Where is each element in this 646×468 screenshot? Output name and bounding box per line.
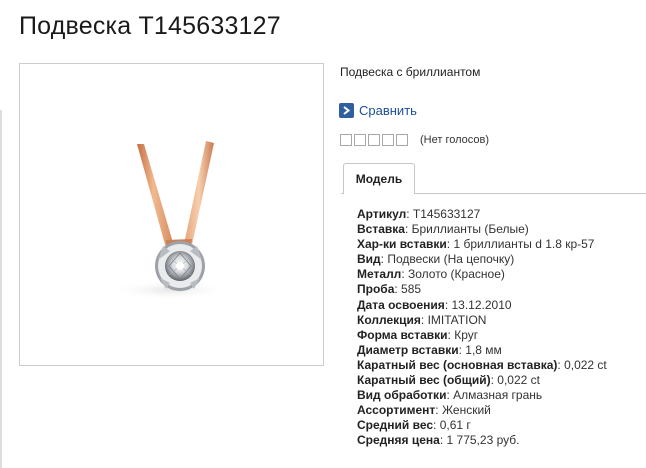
- spec-row: Хар-ки вставки: 1 бриллианты d 1.8 кр-57: [357, 237, 595, 252]
- spec-row: Диаметр вставки: 1,8 мм: [357, 342, 502, 357]
- product-subtitle: Подвеска с бриллиантом: [340, 65, 481, 79]
- spec-row: Дата освоения: 13.12.2010: [357, 297, 512, 312]
- spec-row: Проба: 585: [357, 282, 422, 297]
- spec-value: 1 775,23 руб.: [446, 433, 520, 448]
- compare-label[interactable]: Сравнить: [359, 103, 417, 118]
- spec-row: Средняя цена: 1 775,23 руб.: [357, 433, 520, 448]
- spec-row: Каратный вес (основная вставка): 0,022 c…: [357, 357, 607, 372]
- compare-link[interactable]: Сравнить: [339, 102, 417, 119]
- spec-row: Металл: Золото (Красное): [357, 267, 505, 282]
- rating-star-3[interactable]: [368, 134, 380, 146]
- rating-votes-text: (Нет голосов): [420, 134, 490, 146]
- spec-value: 0,022 ct: [497, 373, 540, 388]
- spec-value: Подвески (На цепочку): [387, 252, 515, 267]
- page-left-border: [0, 110, 2, 468]
- rating-star-4[interactable]: [382, 134, 394, 146]
- spec-row: Каратный вес (общий): 0,022 ct: [357, 373, 540, 388]
- spec-list: Артикул: Т145633127 Вставка: Бриллианты …: [357, 207, 607, 449]
- spec-row: Вид обработки: Алмазная грань: [357, 388, 543, 403]
- spec-key: Диаметр вставки: [357, 342, 459, 357]
- spec-key: Вид обработки: [357, 388, 447, 403]
- spec-row: Коллекция: IMITATION: [357, 312, 487, 327]
- spec-key: Артикул: [357, 207, 407, 221]
- spec-key: Хар-ки вставки: [357, 237, 447, 252]
- page-title: Подвеска Т145633127: [19, 12, 281, 40]
- spec-key: Средняя цена: [357, 433, 440, 448]
- rating-star-1[interactable]: [340, 134, 352, 146]
- rating-star-5[interactable]: [396, 134, 408, 146]
- spec-row: Средний вес: 0,61 г: [357, 418, 471, 433]
- spec-value: Женский: [441, 403, 491, 418]
- spec-key: Каратный вес (общий): [357, 373, 491, 388]
- spec-value: 1,8 мм: [465, 342, 502, 357]
- spec-row: Форма вставки: Круг: [357, 327, 479, 342]
- spec-value: IMITATION: [427, 312, 487, 327]
- spec-key: Форма вставки: [357, 327, 448, 342]
- spec-key: Коллекция: [357, 312, 421, 327]
- spec-key: Ассортимент: [357, 403, 436, 418]
- spec-value: Бриллианты (Белые): [411, 222, 529, 237]
- spec-row: Ассортимент: Женский: [357, 403, 491, 418]
- spec-value: 1 бриллианты d 1.8 кр-57: [453, 237, 595, 252]
- spec-key: Средний вес: [357, 418, 434, 433]
- spec-key: Металл: [357, 267, 402, 282]
- tab-model[interactable]: Модель: [343, 163, 415, 194]
- spec-value: 0,61 г: [439, 418, 471, 433]
- spec-row: Вставка: Бриллианты (Белые): [357, 222, 529, 237]
- spec-value: 13.12.2010: [451, 297, 512, 312]
- spec-key: Каратный вес (основная вставка): [357, 357, 558, 372]
- rating-star-2[interactable]: [354, 134, 366, 146]
- spec-row: Артикул: Т145633127: [357, 207, 481, 221]
- spec-row: Вид: Подвески (На цепочку): [357, 252, 515, 267]
- rating-widget: (Нет голосов): [340, 134, 489, 146]
- spec-value: 585: [401, 282, 422, 297]
- spec-key: Дата освоения: [357, 297, 445, 312]
- chevron-right-icon[interactable]: [339, 103, 354, 118]
- spec-value: Круг: [454, 327, 479, 342]
- spec-value: Золото (Красное): [407, 267, 505, 282]
- spec-value: Т145633127: [412, 207, 481, 221]
- spec-key: Вид: [357, 252, 381, 267]
- spec-value: Алмазная грань: [453, 388, 543, 403]
- product-image[interactable]: [19, 63, 324, 366]
- spec-key: Проба: [357, 282, 395, 297]
- pendant-illustration: [110, 141, 230, 300]
- spec-key: Вставка: [357, 222, 405, 237]
- spec-value: 0,022 ct: [564, 357, 607, 372]
